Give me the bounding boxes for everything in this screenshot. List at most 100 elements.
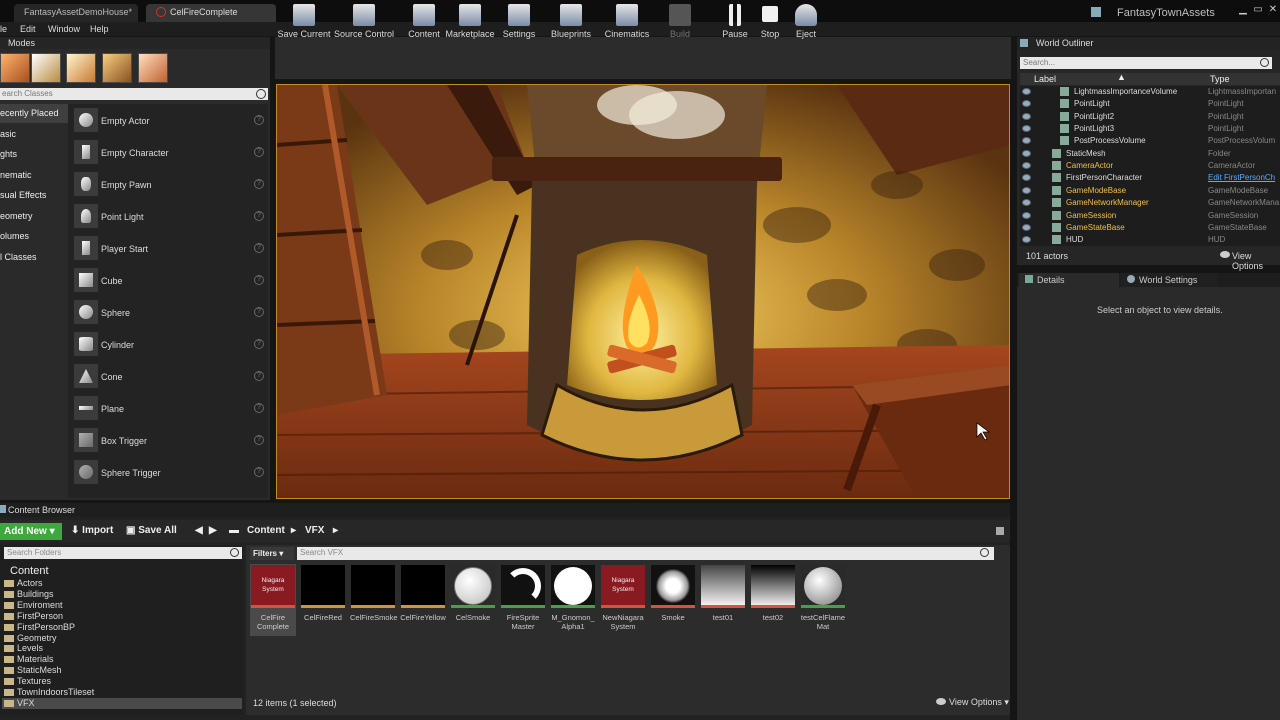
visibility-icon[interactable] (1022, 236, 1031, 244)
help-icon[interactable]: ? (254, 243, 264, 253)
help-icon[interactable]: ? (254, 467, 264, 477)
outliner-row[interactable]: CameraActor CameraActor (1020, 160, 1280, 172)
folder-item[interactable]: TownIndoorsTileset (2, 687, 242, 698)
category-visual-effects[interactable]: sual Effects (0, 186, 68, 205)
menu-edit[interactable]: Edit (20, 24, 36, 34)
category-all-classes[interactable]: l Classes (0, 248, 68, 267)
col-label[interactable]: Label (1034, 74, 1056, 84)
place-item[interactable]: Sphere Trigger? (72, 458, 268, 488)
build-button[interactable]: Build (662, 0, 698, 42)
tab-details[interactable]: Details (1019, 273, 1119, 287)
eject-button[interactable]: Eject (789, 0, 823, 42)
place-item[interactable]: Sphere? (72, 298, 268, 328)
outliner-row[interactable]: PointLight PointLight (1020, 98, 1280, 110)
asset-tile[interactable]: Niagara System NewNiagara System (600, 564, 646, 636)
filters-button[interactable]: Filters ▾ (250, 547, 294, 560)
outliner-row[interactable]: StaticMesh Folder (1020, 148, 1280, 160)
place-item[interactable]: Cube? (72, 266, 268, 296)
content-view-options[interactable]: View Options ▾ (936, 697, 1009, 708)
place-item[interactable]: Player Start? (72, 234, 268, 264)
visibility-icon[interactable] (1022, 149, 1031, 157)
outliner-view-options[interactable]: View Options (1232, 251, 1280, 271)
asset-tile[interactable]: Niagara System CelFire Complete (250, 564, 296, 636)
folder-item[interactable]: Buildings (2, 589, 242, 600)
visibility-icon[interactable] (1022, 211, 1031, 219)
content-button[interactable]: Content (405, 0, 443, 42)
blueprints-button[interactable]: Blueprints (548, 0, 594, 42)
place-item[interactable]: Point Light? (72, 202, 268, 232)
source-control-button[interactable]: Source Control (333, 0, 395, 42)
menu-help[interactable]: Help (90, 24, 109, 34)
outliner-search-input[interactable]: Search... (1020, 57, 1272, 69)
visibility-icon[interactable] (1022, 186, 1031, 194)
help-icon[interactable]: ? (254, 307, 264, 317)
asset-tile[interactable]: M_Gnomon_ Alpha1 (550, 564, 596, 636)
visibility-icon[interactable] (1022, 112, 1031, 120)
category-cinematic[interactable]: nematic (0, 166, 68, 185)
path-content[interactable]: Content (247, 525, 285, 536)
folder-item[interactable]: Actors (2, 578, 242, 589)
asset-tile[interactable]: CelFireYellow (400, 564, 446, 636)
help-icon[interactable]: ? (254, 115, 264, 125)
place-item[interactable]: Cone? (72, 362, 268, 392)
place-item[interactable]: Empty Pawn? (72, 170, 268, 200)
settings-button[interactable]: Settings (499, 0, 539, 42)
folder-item[interactable]: FirstPersonBP (2, 622, 242, 633)
visibility-icon[interactable] (1022, 137, 1031, 145)
save-all-button[interactable]: ▣ Save All (126, 525, 177, 536)
stop-button[interactable]: Stop (754, 0, 786, 42)
menu-file[interactable]: le (0, 24, 7, 34)
menu-window[interactable]: Window (48, 24, 80, 34)
category-recently-placed[interactable]: ecently Placed (0, 104, 68, 123)
cinematics-button[interactable]: Cinematics (602, 0, 652, 42)
outliner-row[interactable]: PostProcessVolume PostProcessVolum (1020, 135, 1280, 147)
path-vfx[interactable]: VFX (305, 525, 324, 536)
forward-icon[interactable]: ▶ (209, 525, 217, 536)
outliner-row[interactable]: PointLight2 PointLight (1020, 111, 1280, 123)
place-mode-icon[interactable] (0, 53, 30, 83)
outliner-row[interactable]: GameModeBase GameModeBase (1020, 185, 1280, 197)
place-item[interactable]: Plane? (72, 394, 268, 424)
col-type[interactable]: Type (1210, 74, 1230, 84)
folder-item[interactable]: Textures (2, 676, 242, 687)
visibility-icon[interactable] (1022, 125, 1031, 133)
help-icon[interactable]: ? (254, 403, 264, 413)
geometry-mode-icon[interactable] (138, 53, 168, 83)
pause-button[interactable]: Pause (718, 0, 752, 42)
visibility-icon[interactable] (1022, 162, 1031, 170)
search-assets-input[interactable]: Search VFX (297, 547, 994, 560)
outliner-row[interactable]: PointLight3 PointLight (1020, 123, 1280, 135)
help-icon[interactable]: ? (254, 211, 264, 221)
asset-tab[interactable]: CelFireComplete (146, 4, 276, 22)
help-icon[interactable]: ? (254, 147, 264, 157)
outliner-row[interactable]: GameSession GameSession (1020, 210, 1280, 222)
folder-item[interactable]: Geometry (2, 633, 242, 644)
asset-tile[interactable]: CelFireRed (300, 564, 346, 636)
visibility-icon[interactable] (1022, 199, 1031, 207)
asset-tile[interactable]: FireSprite Master (500, 564, 546, 636)
search-folders-input[interactable]: Search Folders (4, 547, 242, 559)
folder-item[interactable]: VFX (2, 697, 242, 709)
help-icon[interactable]: ? (254, 371, 264, 381)
folder-root[interactable]: Content (10, 565, 49, 577)
folder-item[interactable]: Enviroment (2, 600, 242, 611)
foliage-mode-icon[interactable] (102, 53, 132, 83)
help-icon[interactable]: ? (254, 275, 264, 285)
outliner-row[interactable]: FirstPersonCharacter Edit FirstPersonCh (1020, 172, 1280, 184)
asset-tile[interactable]: Smoke (650, 564, 696, 636)
category-lights[interactable]: ghts (0, 145, 68, 164)
asset-tile[interactable]: CelFireSmoke (350, 564, 398, 636)
visibility-icon[interactable] (1022, 174, 1031, 182)
save-current-button[interactable]: Save Current (277, 0, 331, 42)
category-volumes[interactable]: olumes (0, 227, 68, 246)
category-geometry[interactable]: eometry (0, 207, 68, 226)
outliner-row[interactable]: LightmassImportanceVolume LightmassImport… (1020, 86, 1280, 98)
search-classes-input[interactable]: earch Classes (0, 88, 268, 100)
import-button[interactable]: ⬇ Import (71, 525, 113, 536)
place-item[interactable]: Box Trigger? (72, 426, 268, 456)
place-item[interactable]: Empty Actor? (72, 106, 268, 136)
folder-item[interactable]: Materials (2, 654, 242, 665)
visibility-icon[interactable] (1022, 88, 1031, 95)
outliner-row[interactable]: HUD HUD (1020, 234, 1280, 246)
back-icon[interactable]: ◀ (195, 525, 203, 536)
